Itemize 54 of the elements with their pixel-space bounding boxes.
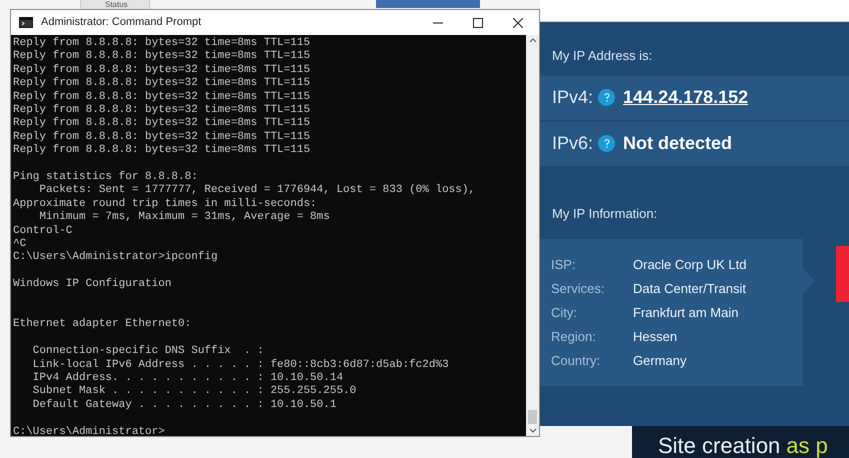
info-value: Hessen: [633, 328, 678, 346]
scroll-down-icon[interactable]: [528, 428, 536, 434]
console-line: Approximate round trip times in milli-seconds:: [13, 198, 317, 211]
info-value: Data Center/Transit: [633, 280, 746, 298]
console-line: Reply from 8.8.8.8: bytes=32 time=8ms TTL=115: [13, 130, 310, 144]
console-line: Packets: Sent = 1777777, Received = 1776944, Lost = 833 (0% loss),: [38, 184, 476, 198]
console-line: Minimum = 7ms, Maximum = 31ms, Average = 8ms: [38, 211, 330, 225]
console-line: Reply from 8.8.8.8: bytes=32 time=8ms TTL=115: [13, 104, 310, 117]
banner-highlight: as p: [786, 432, 828, 458]
console-line: Default Gateway . . . . . . . . . : 10.10.50.1: [32, 398, 336, 412]
window-title: Administrator: Command Prompt: [41, 15, 202, 30]
close-icon[interactable]: [513, 18, 523, 28]
info-value: Oracle Corp UK Ltd: [633, 256, 746, 274]
info-label: Services:: [551, 280, 606, 298]
section-heading: My IP Address is:: [551, 47, 654, 65]
background-tab[interactable]: Status: [80, 0, 150, 9]
console-line: Ethernet adapter Ethernet0:: [13, 318, 192, 332]
console-line: Reply from 8.8.8.8: bytes=32 time=8ms TTL=115: [13, 77, 310, 91]
info-value: Frankfurt am Main: [633, 304, 738, 322]
console-line: Reply from 8.8.8.8: bytes=32 time=8ms TTL=115: [13, 37, 310, 50]
scrollbar[interactable]: [526, 35, 539, 436]
info-label: Country:: [551, 352, 602, 370]
info-label: ISP:: [551, 256, 577, 274]
info-label: Region:: [551, 328, 597, 346]
console-line: Reply from 8.8.8.8: bytes=32 time=8ms TTL=115: [13, 117, 310, 131]
console-line: Connection-specific DNS Suffix . :: [32, 345, 264, 359]
console-line: C:\Users\Administrator>ipconfig: [13, 251, 218, 265]
scrollbar-thumb[interactable]: [528, 410, 537, 424]
address-label: IPv6:: [552, 132, 594, 155]
console-line: IPv4 Address. . . . . . . . . . . : 10.10.50.14: [32, 372, 344, 385]
console-line: Link-local IPv6 Address . . . . . : fe80::8cb3:6d87:d5ab:fc2d%3: [32, 358, 449, 372]
scroll-up-icon[interactable]: [528, 37, 536, 43]
info-value: Germany: [633, 352, 686, 370]
console-line: Control-C: [13, 224, 72, 238]
terminal-icon: [19, 17, 33, 28]
console-line: Reply from 8.8.8.8: bytes=32 time=8ms TTL=115: [13, 50, 310, 64]
address-value: Not detected: [623, 132, 732, 155]
section-heading: My IP Information:: [551, 204, 658, 223]
console-line: Reply from 8.8.8.8: bytes=32 time=8ms TTL=115: [13, 144, 310, 158]
console-line: Windows IP Configuration: [13, 278, 172, 292]
console-line: Reply from 8.8.8.8: bytes=32 time=8ms TTL=115: [13, 64, 310, 77]
ip-address-link[interactable]: 144.24.178.152: [623, 84, 748, 111]
maximize-icon[interactable]: [473, 18, 483, 28]
console-line: ^C: [13, 238, 26, 251]
banner-text: Site creation: [658, 432, 780, 458]
console-line: Ping statistics for 8.8.8.8:: [13, 171, 198, 184]
console-line: Reply from 8.8.8.8: bytes=32 time=8ms TTL=115: [13, 90, 310, 104]
address-label: IPv4:: [552, 86, 594, 109]
console-prompt: C:\Users\Administrator>: [13, 426, 165, 436]
help-icon[interactable]: [598, 89, 616, 106]
info-label: City:: [551, 304, 578, 322]
help-icon[interactable]: [598, 135, 616, 152]
promo-block: [836, 246, 849, 302]
console-line: Subnet Mask . . . . . . . . . . . : 255.255.255.0: [32, 385, 356, 399]
